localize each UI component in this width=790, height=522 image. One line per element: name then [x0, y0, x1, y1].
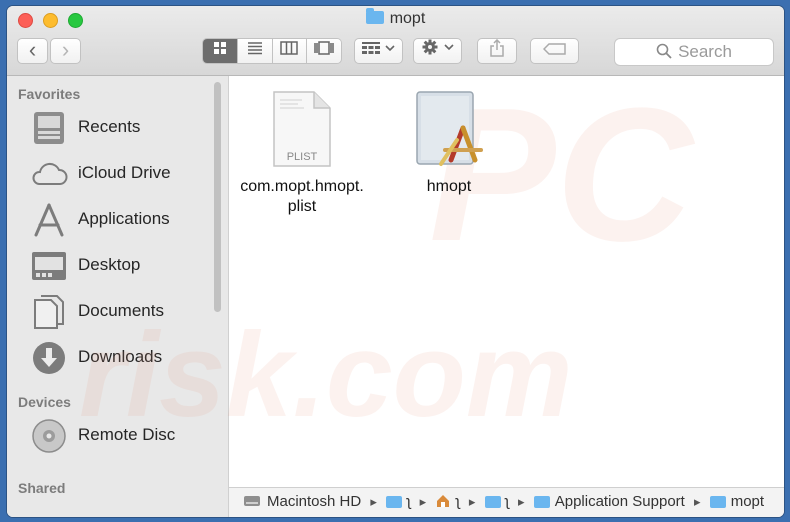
gear-icon — [422, 39, 454, 55]
gallery-view-button[interactable] — [307, 39, 341, 63]
sidebar: Favorites Recents iCloud Drive Applicati… — [7, 76, 229, 517]
forward-button[interactable]: › — [50, 38, 81, 64]
share-button[interactable] — [477, 38, 517, 64]
path-bar: Macintosh HD ▸ ʅ ▸ ʅ ▸ ʅ ▸ Application S… — [229, 487, 784, 517]
path-crumb-label: Macintosh HD — [267, 493, 362, 511]
folder-icon — [533, 496, 550, 509]
path-crumb-1[interactable]: ʅ — [386, 488, 410, 516]
finder-window: mopt ‹ › Search Favorites Recents iCloud… — [7, 6, 784, 517]
sidebar-item-label: Recents — [78, 117, 141, 136]
group-grid-icon — [361, 42, 395, 54]
sidebar-item-label: iCloud Drive — [78, 163, 171, 182]
path-crumb-label: mopt — [730, 493, 765, 511]
forward-arrow-icon: › — [61, 37, 70, 62]
file-plist[interactable]: PLIST com.mopt.hmopt. plist — [237, 90, 367, 217]
share-icon — [490, 38, 504, 57]
sidebar-scrollbar[interactable] — [214, 82, 221, 312]
path-crumb-label: ʅ — [456, 493, 460, 511]
path-crumb-application-support[interactable]: Application Support — [533, 488, 685, 516]
file-area: PC risk.com PLIST com.mopt.hmopt. plist — [79, 69, 784, 486]
plist-badge: PLIST — [287, 151, 318, 163]
window-title-text: mopt — [389, 10, 426, 27]
devices-heading: Devices — [18, 394, 71, 410]
path-crumb-label: Application Support — [554, 493, 685, 511]
disc-icon — [32, 419, 66, 453]
applications-icon — [34, 203, 64, 237]
sidebar-item-recents[interactable]: Recents — [7, 108, 217, 148]
back-button[interactable]: ‹ — [17, 38, 48, 64]
list-icon — [247, 42, 262, 55]
desktop-icon — [32, 252, 66, 280]
action-button[interactable] — [413, 38, 462, 64]
search-placeholder: Search — [678, 42, 732, 61]
tag-icon — [542, 43, 566, 55]
gallery-icon — [314, 41, 334, 55]
downloads-icon — [33, 342, 65, 374]
file-name: hmopt — [426, 178, 472, 195]
file-name: com.mopt.hmopt. plist — [240, 178, 364, 215]
path-crumb-label: ʅ — [407, 493, 411, 511]
chevron-right-icon: ▸ — [518, 494, 525, 510]
home-icon — [437, 495, 450, 508]
chevron-right-icon: ▸ — [468, 494, 476, 510]
chevron-right-icon: ▸ — [694, 494, 701, 510]
chevron-right-icon: ▸ — [419, 494, 427, 510]
group-by-button[interactable] — [354, 38, 403, 64]
folder-icon — [709, 496, 726, 509]
column-view-button[interactable] — [272, 39, 308, 63]
path-crumb-disk[interactable]: Macintosh HD — [243, 488, 361, 516]
columns-icon — [280, 41, 299, 55]
search-icon — [656, 43, 672, 59]
plist-file-icon: PLIST — [273, 91, 331, 167]
path-crumb-current[interactable]: mopt — [709, 488, 765, 516]
watermark-risk: risk.com — [79, 308, 573, 442]
sidebar-item-icloud-drive[interactable]: iCloud Drive — [7, 154, 217, 194]
tags-button[interactable] — [530, 38, 579, 64]
path-crumb-label: ʅ — [505, 493, 509, 511]
path-crumb-3[interactable]: ʅ — [484, 488, 509, 516]
icon-view-button[interactable] — [203, 39, 238, 63]
window-title: mopt — [7, 8, 784, 28]
folder-icon — [484, 496, 501, 509]
app-executable-icon — [416, 91, 483, 166]
sidebar-item-label: Desktop — [78, 255, 141, 274]
folder-icon — [386, 496, 403, 509]
hard-drive-icon — [244, 496, 260, 507]
view-mode-selector — [202, 38, 342, 64]
icon-grid-icon — [213, 42, 226, 54]
back-arrow-icon: ‹ — [28, 37, 37, 62]
sidebar-item-label: Applications — [78, 209, 170, 228]
search-field[interactable]: Search — [614, 38, 774, 66]
documents-icon — [34, 295, 64, 329]
sidebar-item-desktop[interactable]: Desktop — [7, 246, 217, 286]
cloud-icon — [32, 162, 68, 185]
file-hmopt[interactable]: hmopt — [399, 90, 499, 197]
recents-icon — [34, 112, 64, 144]
folder-icon — [365, 8, 384, 24]
chevron-right-icon: ▸ — [370, 494, 377, 510]
favorites-heading: Favorites — [18, 86, 81, 102]
shared-heading: Shared — [18, 480, 66, 496]
list-view-button[interactable] — [237, 39, 273, 63]
sidebar-item-applications[interactable]: Applications — [7, 200, 217, 240]
path-crumb-home[interactable]: ʅ — [435, 488, 460, 516]
